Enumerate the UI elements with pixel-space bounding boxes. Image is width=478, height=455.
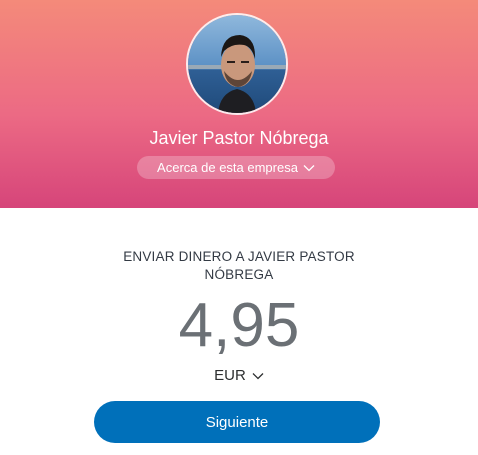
amount-value[interactable]: 4,95 <box>0 290 478 362</box>
next-button[interactable]: Siguiente <box>94 401 380 443</box>
profile-header: Javier Pastor Nóbrega Acerca de esta emp… <box>0 0 478 208</box>
profile-name: Javier Pastor Nóbrega <box>149 128 329 148</box>
avatar <box>186 13 288 115</box>
send-to-label: ENVIAR DINERO A JAVIER PASTOR NÓBREGA <box>123 249 355 282</box>
about-company-label: Acerca de esta empresa <box>157 160 298 175</box>
currency-code: EUR <box>214 367 246 384</box>
chevron-down-icon <box>252 372 264 379</box>
avatar-photo <box>188 15 286 113</box>
about-company-button[interactable]: Acerca de esta empresa <box>137 156 335 179</box>
chevron-down-icon <box>303 164 315 171</box>
currency-selector[interactable]: EUR <box>0 367 478 384</box>
